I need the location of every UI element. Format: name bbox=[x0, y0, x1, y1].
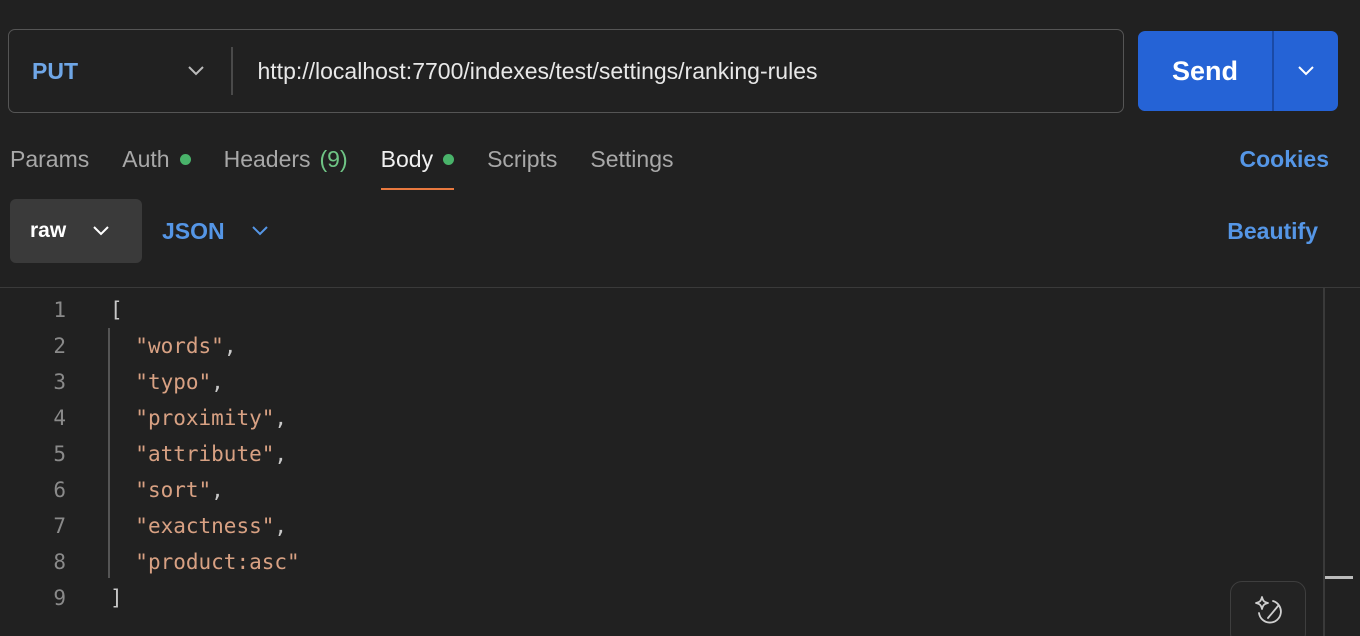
send-button[interactable]: Send bbox=[1138, 31, 1272, 111]
line-number: 4 bbox=[53, 406, 66, 430]
scrollbar-thumb[interactable] bbox=[1325, 576, 1353, 579]
cookies-link[interactable]: Cookies bbox=[1240, 140, 1329, 178]
tab-label: Body bbox=[380, 146, 434, 172]
code-line: "attribute", bbox=[135, 442, 288, 466]
line-number: 2 bbox=[53, 334, 66, 358]
sparkle-icon bbox=[1255, 596, 1282, 624]
code-line: ] bbox=[110, 586, 123, 610]
tab-auth[interactable]: Auth bbox=[122, 140, 191, 190]
send-dropdown-button[interactable] bbox=[1274, 31, 1338, 111]
line-number-gutter: 1 2 3 4 5 6 7 8 9 bbox=[0, 292, 78, 616]
send-button-group: Send bbox=[1138, 31, 1338, 111]
code-editor[interactable]: 1 2 3 4 5 6 7 8 9 [ "words", "typo", "pr… bbox=[0, 287, 1360, 636]
body-mode-selector[interactable]: raw bbox=[10, 199, 142, 263]
tab-body[interactable]: Body bbox=[380, 140, 455, 190]
tab-scripts[interactable]: Scripts bbox=[487, 140, 557, 190]
line-number: 3 bbox=[53, 370, 66, 394]
request-editor: PUT Send Params Auth Headers (9) bbox=[0, 0, 1360, 636]
code-line: "words", bbox=[135, 334, 237, 358]
tab-label: Settings bbox=[590, 146, 674, 172]
code-line: "proximity", bbox=[135, 406, 288, 430]
url-input[interactable] bbox=[232, 30, 1123, 112]
language-selector[interactable]: JSON bbox=[162, 199, 269, 263]
status-dot bbox=[443, 154, 455, 165]
request-tabs: Params Auth Headers (9) Body Scripts Set… bbox=[10, 140, 706, 192]
tab-headers[interactable]: Headers (9) bbox=[224, 140, 348, 190]
code-line: "sort", bbox=[135, 478, 224, 502]
tab-params[interactable]: Params bbox=[10, 140, 89, 190]
chevron-down-icon bbox=[188, 66, 204, 76]
chevron-down-icon bbox=[251, 226, 268, 236]
line-number: 8 bbox=[53, 550, 66, 574]
language-label: JSON bbox=[162, 217, 225, 244]
method-label: PUT bbox=[32, 57, 78, 84]
chevron-down-icon bbox=[1298, 66, 1314, 76]
line-number: 9 bbox=[53, 586, 66, 610]
code-line: "product:asc" bbox=[135, 550, 300, 574]
code-line: "exactness", bbox=[135, 514, 288, 538]
status-dot bbox=[179, 154, 191, 165]
tab-label: Auth bbox=[122, 146, 170, 172]
line-number: 6 bbox=[53, 478, 66, 502]
tab-settings[interactable]: Settings bbox=[590, 140, 673, 190]
headers-count: (9) bbox=[319, 146, 348, 172]
scrollbar-track[interactable] bbox=[1323, 288, 1325, 636]
tab-label: Params bbox=[10, 146, 90, 172]
line-number: 1 bbox=[53, 298, 66, 322]
line-number: 5 bbox=[53, 442, 66, 466]
line-number: 7 bbox=[53, 514, 66, 538]
method-selector[interactable]: PUT bbox=[9, 30, 231, 112]
chevron-down-icon bbox=[93, 226, 109, 236]
beautify-button[interactable]: Beautify bbox=[1227, 199, 1318, 263]
tab-label: Scripts bbox=[487, 146, 558, 172]
url-bar: PUT bbox=[8, 29, 1124, 113]
body-mode-label: raw bbox=[30, 219, 67, 242]
code-line: "typo", bbox=[135, 370, 224, 394]
code-line: [ bbox=[110, 298, 123, 322]
tab-label: Headers bbox=[223, 146, 311, 172]
code-lines: [ "words", "typo", "proximity", "attribu… bbox=[110, 292, 300, 616]
ai-assist-button[interactable] bbox=[1230, 581, 1306, 636]
